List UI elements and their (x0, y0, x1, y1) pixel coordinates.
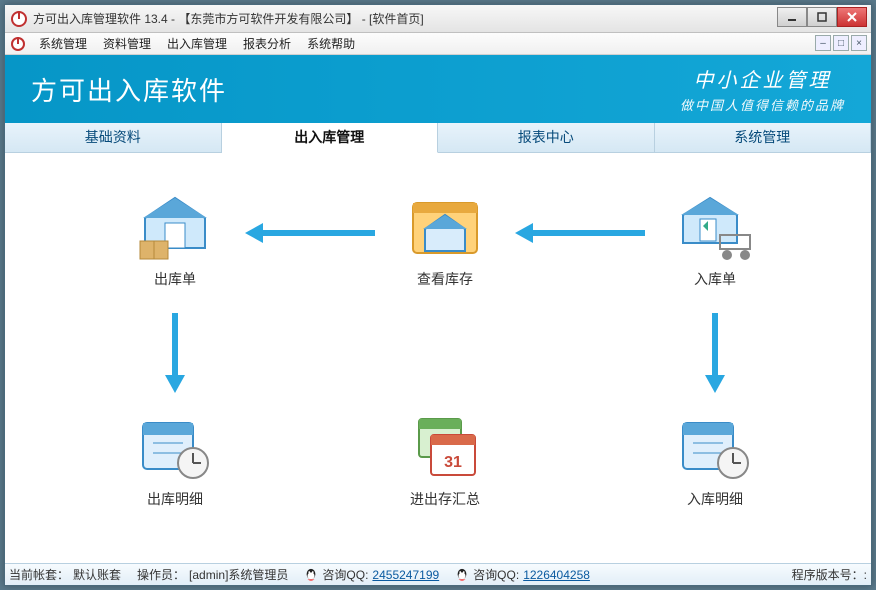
close-button[interactable] (837, 7, 867, 27)
node-in-order[interactable]: 入库单 (655, 193, 775, 289)
menu-help[interactable]: 系统帮助 (299, 33, 363, 54)
node-in-detail[interactable]: 入库明细 (655, 413, 775, 509)
svg-text:31: 31 (444, 454, 462, 471)
arrow-head-icon (245, 223, 263, 243)
status-qq1-link[interactable]: 2455247199 (372, 568, 439, 582)
node-out-detail-label: 出库明细 (115, 489, 235, 509)
node-out-detail[interactable]: 出库明细 (115, 413, 235, 509)
arrow-left-1 (245, 228, 375, 238)
app-icon (11, 11, 27, 27)
tab-system-manage[interactable]: 系统管理 (655, 123, 872, 152)
calendar-stack-icon: 31 (405, 413, 485, 483)
mdi-minimize-button[interactable]: ‒ (815, 35, 831, 51)
status-account-value: 默认账套 (73, 566, 121, 583)
node-inout-summary-label: 进出存汇总 (385, 489, 505, 509)
status-operator-value: [admin]系统管理员 (189, 566, 288, 583)
app-window: 方可出入库管理软件 13.4 - 【东莞市方可软件开发有限公司】 - [软件首页… (4, 4, 872, 586)
node-in-order-label: 入库单 (655, 269, 775, 289)
calendar-clock-icon (675, 413, 755, 483)
status-qq1[interactable]: 咨询QQ: 2455247199 (304, 566, 439, 583)
calendar-clock-icon (135, 413, 215, 483)
status-qq1-label: 咨询QQ: (322, 566, 368, 583)
mdi-restore-button[interactable]: □ (833, 35, 849, 51)
status-account: 当前帐套： 默认账套 (9, 566, 121, 583)
minimize-button[interactable] (777, 7, 807, 27)
arrow-head-icon (515, 223, 533, 243)
arrow-head-icon (165, 375, 185, 393)
menubar-app-icon (11, 37, 25, 51)
node-inout-summary[interactable]: 31 进出存汇总 (385, 413, 505, 509)
window-title: 方可出入库管理软件 13.4 - 【东莞市方可软件开发有限公司】 - [软件首页… (33, 10, 424, 27)
node-out-order-label: 出库单 (115, 269, 235, 289)
window-controls (777, 7, 867, 27)
menu-system[interactable]: 系统管理 (31, 33, 95, 54)
statusbar: 当前帐套： 默认账套 操作员： [admin]系统管理员 咨询QQ: 24552… (5, 563, 871, 585)
banner-slogan-line2: 做中国人值得信赖的品牌 (680, 95, 845, 114)
status-operator: 操作员： [admin]系统管理员 (137, 566, 288, 583)
status-qq2-link[interactable]: 1226404258 (523, 568, 590, 582)
menubar: 系统管理 资料管理 出入库管理 报表分析 系统帮助 ‒ □ × (5, 33, 871, 55)
status-version: 程序版本号：: (792, 566, 867, 583)
content-area: 出库单 查看库存 (5, 153, 871, 563)
menu-data[interactable]: 资料管理 (95, 33, 159, 54)
banner-slogan-line1: 中小企业管理 (680, 64, 845, 93)
mdi-close-button[interactable]: × (851, 35, 867, 51)
house-cart-in-icon (675, 193, 755, 263)
banner: 方可出入库软件 中小企业管理 做中国人值得信赖的品牌 (5, 55, 871, 123)
status-version-label: 程序版本号：: (792, 566, 867, 583)
status-operator-label: 操作员： (137, 566, 185, 583)
tab-report-center[interactable]: 报表中心 (438, 123, 655, 152)
arrow-head-icon (705, 375, 725, 393)
menu-report[interactable]: 报表分析 (235, 33, 299, 54)
arrow-down-right (710, 313, 720, 393)
tab-basic-data[interactable]: 基础资料 (5, 123, 222, 152)
arrow-left-2 (515, 228, 645, 238)
house-box-out-icon (135, 193, 215, 263)
maximize-button[interactable] (807, 7, 837, 27)
menu-inout[interactable]: 出入库管理 (159, 33, 235, 54)
banner-slogan: 中小企业管理 做中国人值得信赖的品牌 (680, 64, 845, 114)
tab-inout-manage[interactable]: 出入库管理 (222, 123, 439, 153)
status-account-label: 当前帐套： (9, 566, 69, 583)
node-view-stock[interactable]: 查看库存 (385, 193, 505, 289)
arrow-down-left (170, 313, 180, 393)
banner-title: 方可出入库软件 (31, 71, 227, 108)
node-out-order[interactable]: 出库单 (115, 193, 235, 289)
qq-icon (455, 568, 469, 582)
main-tabs: 基础资料 出入库管理 报表中心 系统管理 (5, 123, 871, 153)
qq-icon (304, 568, 318, 582)
node-view-stock-label: 查看库存 (385, 269, 505, 289)
node-in-detail-label: 入库明细 (655, 489, 775, 509)
status-qq2[interactable]: 咨询QQ: 1226404258 (455, 566, 590, 583)
titlebar: 方可出入库管理软件 13.4 - 【东莞市方可软件开发有限公司】 - [软件首页… (5, 5, 871, 33)
status-qq2-label: 咨询QQ: (473, 566, 519, 583)
folder-house-icon (405, 193, 485, 263)
